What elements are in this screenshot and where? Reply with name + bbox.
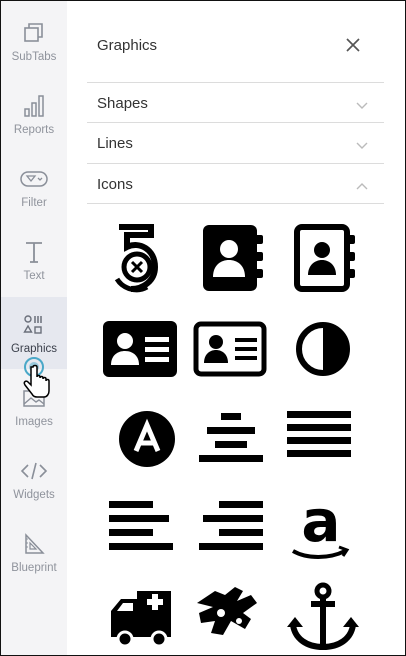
bar-chart-icon [23,92,45,120]
adjust-icon[interactable] [283,309,363,389]
chevron-down-icon [355,137,369,149]
sidebar-item-label: Graphics [10,343,58,355]
sidebar-item-label: Text [23,270,45,282]
section-lines[interactable]: Lines [87,122,384,163]
align-center-icon[interactable] [191,399,271,479]
blueprint-icon [23,530,45,558]
left-sidebar: SubTabs Reports Filter Text Graphics Ima… [1,1,67,655]
graphics-panel-window: SubTabs Reports Filter Text Graphics Ima… [0,0,406,656]
sidebar-item-widgets[interactable]: Widgets [1,443,67,515]
panel-title: Graphics [97,37,158,54]
subtabs-icon [23,19,45,47]
chevron-up-icon [355,178,369,190]
angellist-icon[interactable] [107,399,187,479]
sidebar-item-text[interactable]: Text [1,224,67,296]
500px-icon[interactable] [97,217,177,297]
section-label: Icons [97,176,133,193]
panel-header: Graphics [87,1,384,82]
amazon-icon[interactable]: a [283,485,363,565]
close-icon[interactable] [345,37,361,53]
section-label: Lines [97,135,133,152]
hand-cursor-icon [21,357,53,405]
section-icons[interactable]: Icons [87,163,384,204]
sidebar-item-subtabs[interactable]: SubTabs [1,5,67,77]
align-right-icon[interactable] [191,485,271,565]
sidebar-item-label: SubTabs [11,51,57,63]
sidebar-item-blueprint[interactable]: Blueprint [1,516,67,588]
sidebar-item-label: Widgets [13,489,55,501]
address-card-icon[interactable] [101,309,181,389]
graphics-panel: Graphics Shapes Lines Icons a [87,1,384,655]
graphics-icon [23,311,45,339]
ambulance-icon[interactable] [107,577,187,655]
chevron-down-icon [355,97,369,109]
sidebar-item-filter[interactable]: Filter [1,151,67,223]
sidebar-item-label: Images [15,416,53,428]
amazon-glyph: a [301,487,340,555]
sidebar-item-label: Reports [13,124,55,136]
filter-icon [20,165,48,193]
section-shapes[interactable]: Shapes [87,82,384,123]
sidebar-item-label: Filter [21,197,47,209]
address-book-outline-icon[interactable] [287,217,367,297]
sidebar-item-reports[interactable]: Reports [1,78,67,150]
text-icon [23,238,45,266]
anchor-icon[interactable] [283,577,363,655]
code-icon [20,457,48,485]
address-book-icon[interactable] [195,217,275,297]
sign-language-icon[interactable] [191,577,271,655]
sidebar-item-label: Blueprint [11,562,57,574]
align-left-icon[interactable] [101,485,181,565]
align-justify-icon[interactable] [279,399,359,479]
section-label: Shapes [97,95,148,112]
section-divider [87,203,384,204]
address-card-outline-icon[interactable] [191,309,271,389]
